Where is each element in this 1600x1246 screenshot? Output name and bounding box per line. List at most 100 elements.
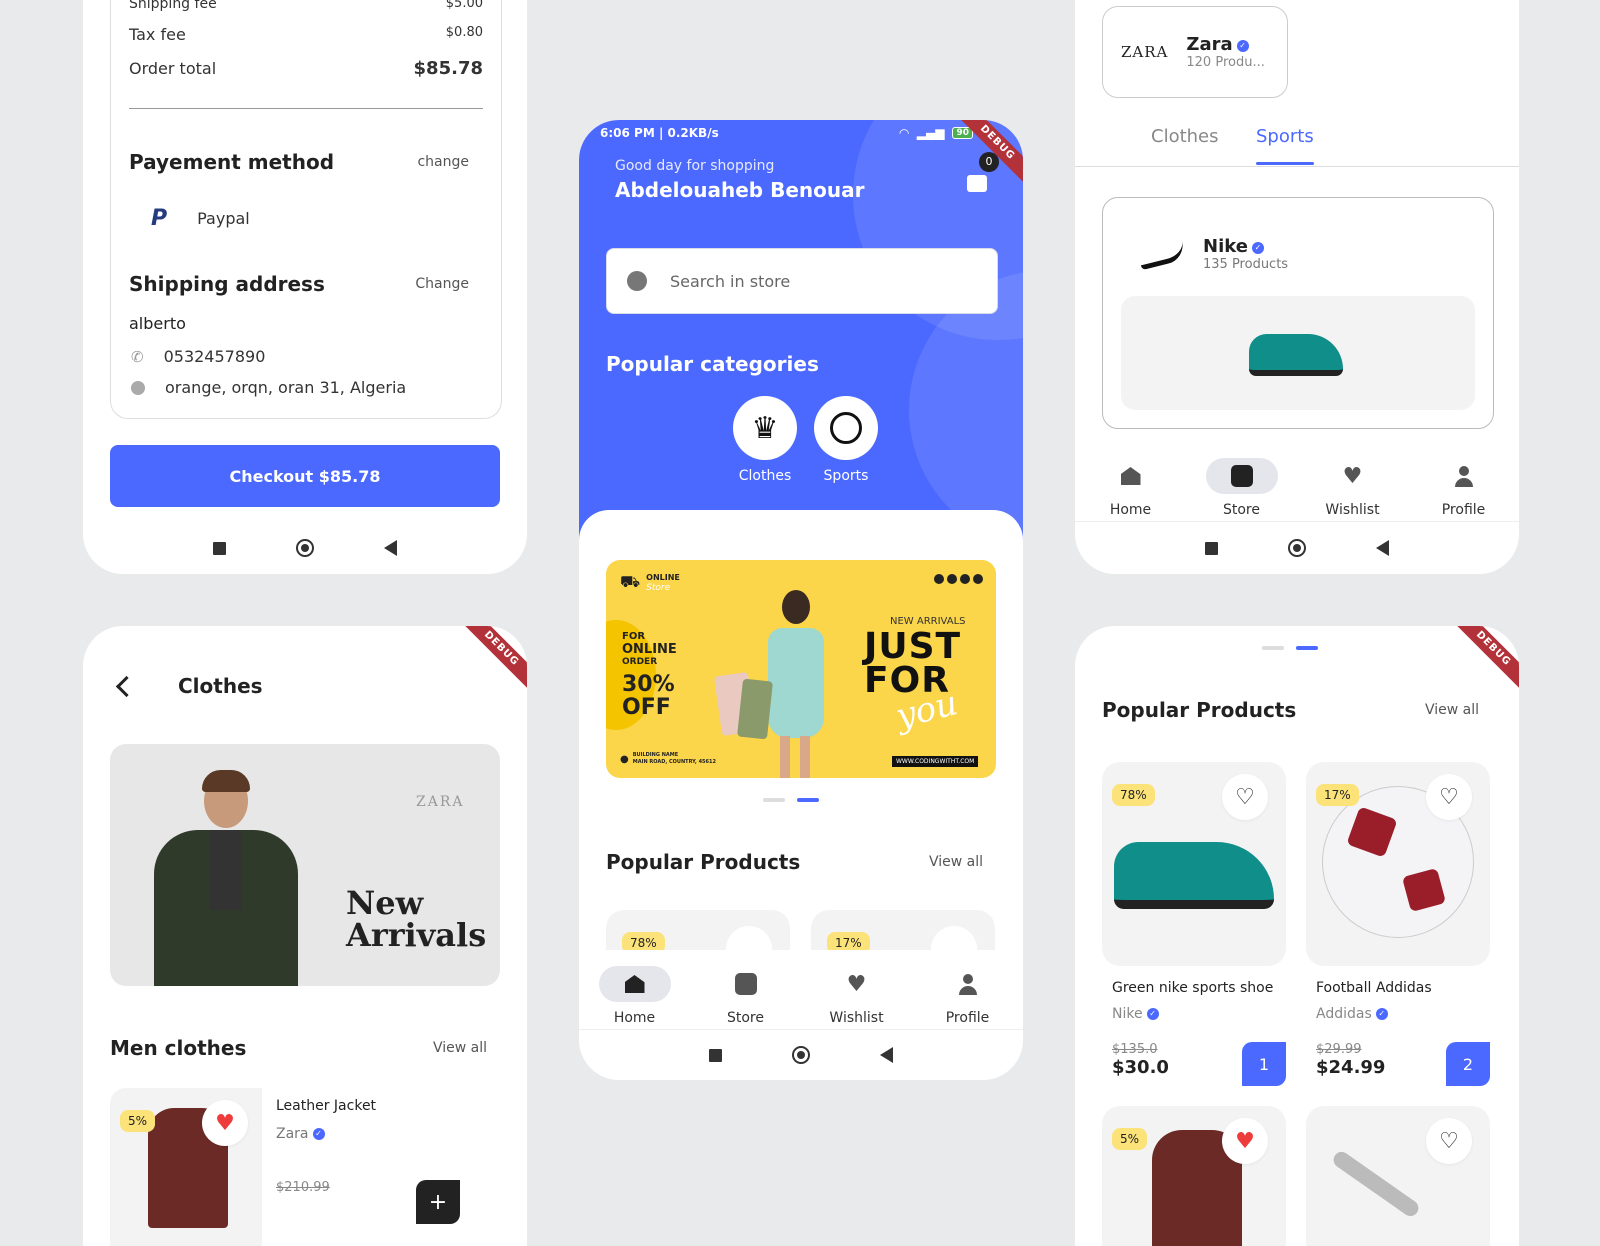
verified-icon: ✓ bbox=[1375, 1008, 1388, 1020]
banner-address-2: MAIN ROAD, COUNTRY, 45612 bbox=[632, 759, 716, 765]
categories-title: Popular categories bbox=[606, 352, 819, 376]
view-all-link[interactable]: View all bbox=[433, 1040, 487, 1056]
heart-icon[interactable] bbox=[726, 926, 772, 950]
search-bar[interactable]: Search in store bbox=[606, 248, 998, 314]
banner-brand-line1: ONLINE bbox=[646, 572, 680, 582]
tab-label: Home bbox=[613, 1010, 656, 1026]
heart-icon[interactable] bbox=[931, 926, 977, 950]
tab-label: Store bbox=[1222, 502, 1260, 518]
social-icons bbox=[934, 574, 983, 584]
tab-wishlist[interactable]: ♥ Wishlist bbox=[807, 966, 907, 1027]
discount-badge: 5% bbox=[1112, 1128, 1148, 1150]
recents-icon[interactable] bbox=[709, 1048, 722, 1062]
heart-filled-icon: ♥ bbox=[215, 1110, 235, 1136]
recents-icon[interactable] bbox=[1205, 541, 1218, 555]
shopping-bag-icon bbox=[967, 175, 987, 192]
recents-icon[interactable] bbox=[213, 541, 226, 555]
home-system-icon[interactable] bbox=[296, 539, 314, 557]
discount-badge: 78% bbox=[622, 932, 665, 950]
promo-online: ONLINE bbox=[622, 642, 677, 657]
greeting-text: Good day for shopping bbox=[615, 158, 775, 174]
tab-wishlist[interactable]: ♥ Wishlist bbox=[1303, 458, 1403, 519]
product-card[interactable]: 78% ♡ Green nike sports shoe Nike ✓ $135.… bbox=[1102, 762, 1286, 1092]
popular-products-screen: DEBUG Popular Products View all 78% ♡ Gr… bbox=[1075, 626, 1519, 1246]
wishlist-button[interactable]: ♥ bbox=[1222, 1118, 1268, 1164]
brand-name: Nike bbox=[1203, 236, 1248, 257]
tab-clothes[interactable]: Clothes bbox=[1151, 126, 1219, 147]
shipping-fee-label: Shipping fee bbox=[129, 0, 217, 12]
promo-banner[interactable]: ⛟ ONLINE Store FOR ONLINE ORDER 30% OFF bbox=[606, 560, 996, 778]
product-card[interactable]: ♡ bbox=[1306, 1106, 1490, 1246]
discount-badge: 5% bbox=[120, 1110, 156, 1132]
cart-logo-icon: ⛟ bbox=[620, 572, 641, 591]
product-card[interactable]: 17% ♡ Football Addidas Addidas ✓ $29.99 $… bbox=[1306, 762, 1490, 1092]
tab-label: Store bbox=[726, 1010, 764, 1026]
product-image: 78% ♡ bbox=[1102, 762, 1286, 966]
product-peek-2[interactable]: 17% bbox=[811, 910, 995, 950]
order-total-value: $85.78 bbox=[413, 58, 483, 79]
wishlist-button[interactable]: ♡ bbox=[1426, 774, 1472, 820]
product-image: 17% ♡ bbox=[1306, 762, 1490, 966]
back-system-icon[interactable] bbox=[384, 540, 397, 556]
product-brand: Addidas bbox=[1316, 1006, 1372, 1022]
view-all-link[interactable]: View all bbox=[1425, 702, 1479, 718]
category-sports[interactable]: Sports bbox=[814, 396, 878, 484]
nike-logo-icon bbox=[1137, 240, 1187, 271]
home-system-icon[interactable] bbox=[792, 1046, 810, 1064]
tab-store[interactable]: Store bbox=[1192, 458, 1292, 518]
popular-products-title: Popular Products bbox=[606, 850, 801, 874]
model-image bbox=[146, 770, 306, 986]
section-title: Men clothes bbox=[110, 1036, 247, 1060]
category-clothes[interactable]: ♛ Clothes bbox=[733, 396, 797, 484]
cart-quantity-button[interactable]: 2 bbox=[1446, 1042, 1490, 1086]
back-arrow-icon[interactable] bbox=[115, 675, 138, 697]
shipping-change-link[interactable]: Change bbox=[415, 276, 469, 292]
brand-product-preview bbox=[1121, 296, 1475, 410]
checkout-button[interactable]: Checkout $85.78 bbox=[110, 445, 500, 507]
view-all-link[interactable]: View all bbox=[929, 854, 983, 870]
tab-home[interactable]: Home bbox=[1081, 458, 1181, 518]
category-label: Sports bbox=[823, 468, 869, 484]
carousel-indicator bbox=[1262, 646, 1318, 650]
wishlist-button[interactable]: ♡ bbox=[1426, 1118, 1472, 1164]
home-system-icon[interactable] bbox=[1288, 539, 1306, 557]
tab-home[interactable]: Home bbox=[585, 966, 685, 1026]
brand-banner[interactable]: ZARA New Arrivals bbox=[110, 744, 500, 986]
wishlist-button[interactable]: ♥ bbox=[202, 1100, 248, 1146]
product-card[interactable]: 5% ♥ bbox=[1102, 1106, 1286, 1246]
profile-icon bbox=[1454, 465, 1473, 487]
add-to-cart-button[interactable]: + bbox=[416, 1180, 460, 1224]
cart-button[interactable]: 0 bbox=[967, 152, 999, 192]
verified-icon: ✓ bbox=[1251, 241, 1264, 254]
cart-quantity-button[interactable]: 1 bbox=[1242, 1042, 1286, 1086]
bowling-icon bbox=[830, 412, 862, 444]
tab-sports[interactable]: Sports bbox=[1256, 126, 1314, 147]
tab-label: Profile bbox=[1441, 502, 1486, 518]
product-card[interactable]: 5% ♥ Leather Jacket Zara ✓ $210.99 + bbox=[110, 1088, 500, 1246]
category-label: Clothes bbox=[738, 468, 792, 484]
product-brand: Zara bbox=[276, 1126, 309, 1142]
tab-profile[interactable]: Profile bbox=[918, 966, 1018, 1026]
heart-outline-icon: ♡ bbox=[1439, 1128, 1459, 1154]
sneaker-image bbox=[1249, 334, 1343, 376]
back-system-icon[interactable] bbox=[880, 1047, 893, 1063]
product-peek-1[interactable]: 78% bbox=[606, 910, 790, 950]
back-system-icon[interactable] bbox=[1376, 540, 1389, 556]
payment-change-link[interactable]: change bbox=[417, 154, 469, 170]
recipient-address: orange, orqn, oran 31, Algeria bbox=[165, 378, 407, 397]
tab-profile[interactable]: Profile bbox=[1414, 458, 1514, 518]
banner-text-arrivals: Arrivals bbox=[346, 916, 487, 954]
system-nav-bar bbox=[579, 1029, 1023, 1080]
location-icon bbox=[131, 380, 145, 395]
tax-fee-label: Tax fee bbox=[129, 25, 186, 44]
tab-store[interactable]: Store bbox=[696, 966, 796, 1026]
dress-icon: ♛ bbox=[751, 410, 779, 446]
banner-brand: ZARA bbox=[416, 794, 465, 810]
tab-label: Wishlist bbox=[1325, 502, 1380, 518]
heart-outline-icon: ♡ bbox=[1439, 784, 1459, 810]
wishlist-button[interactable]: ♡ bbox=[1222, 774, 1268, 820]
brand-card-zara[interactable]: ZARA Zara ✓ 120 Produ... bbox=[1102, 6, 1288, 98]
brand-card-nike[interactable]: Nike ✓ 135 Products bbox=[1102, 197, 1494, 429]
search-input[interactable]: Search in store bbox=[670, 272, 790, 291]
recipient-phone: 0532457890 bbox=[163, 347, 266, 366]
